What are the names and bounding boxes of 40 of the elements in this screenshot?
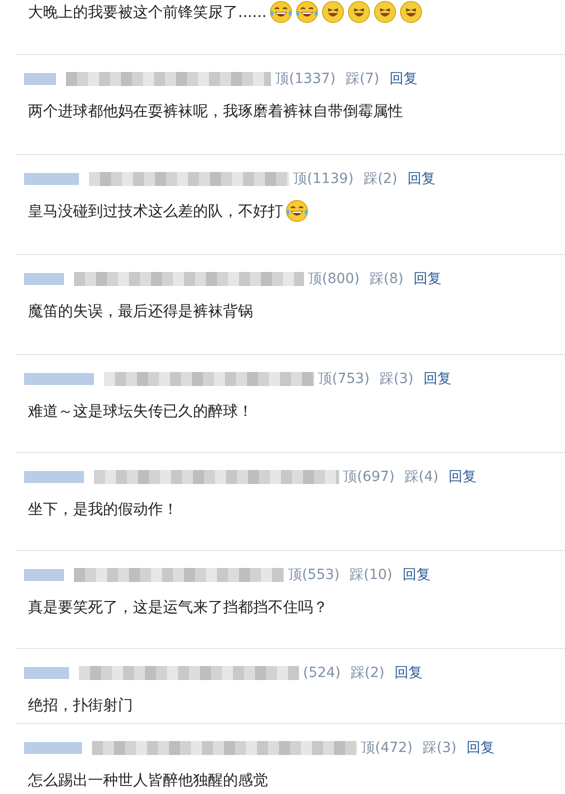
upvote-count[interactable]: (524) [303, 665, 341, 681]
reply-link[interactable]: 回复 [448, 468, 476, 486]
comment-text: 难道～这是球坛失传已久的醉球！ [28, 401, 253, 422]
reply-link[interactable]: 回复 [394, 664, 422, 682]
reply-link[interactable]: 回复 [466, 739, 494, 757]
comment-text: 两个进球都他妈在耍裤袜呢，我琢磨着裤袜自带倒霉属性 [28, 101, 403, 122]
comment-text: 怎么踢出一种世人皆醉他独醒的感觉 [28, 770, 268, 791]
reply-link[interactable]: 回复 [414, 270, 442, 288]
downvote-count[interactable]: 踩(7) [346, 70, 380, 88]
downvote-count[interactable]: 踩(2) [364, 170, 398, 188]
comment-text: 大晚上的我要被这个前锋笑尿了...... [28, 2, 267, 23]
downvote-count[interactable]: 踩(10) [350, 566, 392, 584]
grinning-emoji-icon [346, 0, 371, 24]
comment-text: 真是要笑死了，这是运气来了挡都挡不住吗？ [28, 597, 328, 618]
upvote-count[interactable]: 顶(1139) [293, 170, 354, 188]
upvote-count[interactable]: 顶(697) [343, 468, 395, 486]
laughing-tears-emoji-icon [268, 0, 293, 24]
comment-text: 皇马没碰到过技术这么差的队，不好打 [28, 201, 283, 222]
downvote-count[interactable]: 踩(3) [422, 739, 456, 757]
reply-link[interactable]: 回复 [389, 70, 418, 88]
comment-text: 魔笛的失误，最后还得是裤袜背锅 [28, 301, 253, 322]
downvote-count[interactable]: 踩(2) [350, 664, 384, 682]
comment-text: 绝招，扑街射门 [28, 695, 133, 716]
grinning-emoji-icon [320, 0, 345, 24]
upvote-count[interactable]: 顶(753) [318, 370, 370, 388]
laughing-tears-emoji-icon [285, 199, 309, 223]
upvote-count[interactable]: 顶(472) [361, 739, 413, 757]
downvote-count[interactable]: 踩(4) [404, 468, 438, 486]
grinning-emoji-icon [398, 0, 423, 24]
upvote-count[interactable]: 顶(1337) [275, 70, 336, 88]
comment-text: 坐下，是我的假动作！ [28, 499, 178, 520]
grinning-emoji-icon [372, 0, 397, 24]
upvote-count[interactable]: 顶(800) [308, 270, 360, 288]
upvote-count[interactable]: 顶(553) [288, 566, 340, 584]
reply-link[interactable]: 回复 [424, 370, 452, 388]
laughing-tears-emoji-icon [294, 0, 319, 24]
reply-link[interactable]: 回复 [407, 170, 436, 188]
downvote-count[interactable]: 踩(8) [370, 270, 404, 288]
reply-link[interactable]: 回复 [402, 566, 430, 584]
downvote-count[interactable]: 踩(3) [380, 370, 414, 388]
